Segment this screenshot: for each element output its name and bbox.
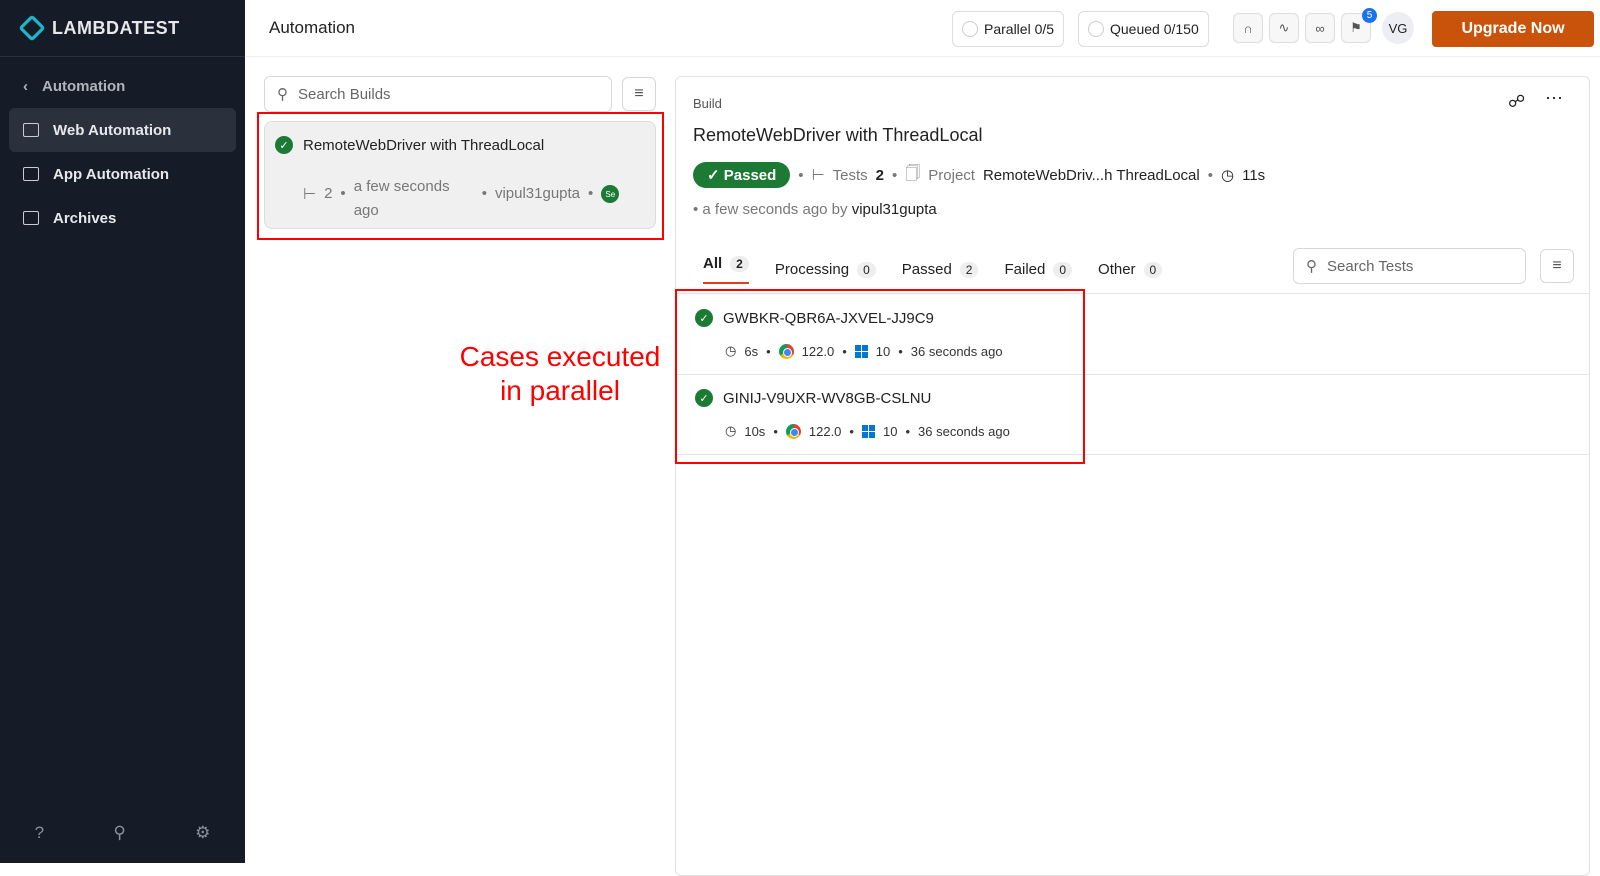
avatar[interactable]: VG: [1382, 12, 1414, 44]
sidebar-item-label: Archives: [53, 209, 117, 227]
sidebar-item-label: Web Automation: [53, 121, 172, 139]
page-title: Automation: [269, 18, 355, 37]
search-builds-input[interactable]: ⚲ Search Builds: [264, 76, 612, 112]
sidebar: LAMBDATEST ‹ Automation Web Automation Ap…: [0, 0, 245, 863]
logo[interactable]: LAMBDATEST: [0, 0, 245, 57]
tab-failed[interactable]: Failed 0: [1004, 255, 1073, 284]
build-label: Build: [693, 96, 722, 111]
search-placeholder: Search Builds: [298, 85, 391, 103]
build-user: vipul31gupta: [851, 201, 937, 218]
circle-icon: [1088, 21, 1104, 37]
integrations-button[interactable]: ∞: [1305, 13, 1335, 43]
tab-passed[interactable]: Passed 2: [902, 255, 979, 284]
clock-icon: ◷: [1221, 167, 1235, 184]
filter-icon: ≡: [634, 85, 644, 102]
queued-label: Queued 0/150: [1110, 21, 1199, 37]
back-label: Automation: [42, 77, 126, 95]
sidebar-item-web-automation[interactable]: Web Automation: [9, 108, 236, 152]
analytics-button[interactable]: ∿: [1269, 13, 1299, 43]
build-title: RemoteWebDriver with ThreadLocal: [693, 125, 983, 145]
file-icon: 🗍: [905, 164, 921, 182]
settings-icon[interactable]: ⚙: [195, 823, 210, 843]
tests-filter-button[interactable]: ≡: [1540, 249, 1574, 283]
share-icon[interactable]: ☍: [1508, 92, 1525, 112]
highlight-box: [257, 112, 664, 240]
highlight-box: [675, 289, 1085, 464]
chart-line-icon: ∿: [1278, 20, 1290, 35]
parallel-label: Parallel 0/5: [984, 21, 1055, 37]
search-icon: ⚲: [1306, 258, 1317, 275]
status-badge: ✓ Passed: [693, 162, 791, 188]
sidebar-item-label: App Automation: [53, 165, 170, 183]
search-tests-input[interactable]: ⚲ Search Tests: [1293, 248, 1526, 284]
link-icon: ∞: [1315, 20, 1325, 36]
announcements-button[interactable]: ⚑ 5: [1341, 8, 1377, 43]
tab-processing[interactable]: Processing 0: [775, 255, 876, 284]
search-placeholder: Search Tests: [1327, 257, 1414, 275]
queued-status[interactable]: Queued 0/150: [1078, 11, 1209, 47]
parallel-status[interactable]: Parallel 0/5: [952, 11, 1065, 47]
tests-count: 2: [875, 166, 884, 184]
circle-icon: [962, 21, 978, 37]
megaphone-icon: ⚑: [1350, 20, 1362, 35]
app-icon: [23, 167, 39, 181]
chevron-left-icon: ‹: [23, 77, 28, 95]
notification-badge: 5: [1362, 8, 1377, 23]
project-label: Project: [928, 166, 975, 184]
sidebar-item-app-automation[interactable]: App Automation: [9, 152, 236, 196]
build-time: a few seconds ago by: [702, 201, 848, 218]
project-name: RemoteWebDriv...h ThreadLocal: [982, 166, 1200, 184]
tests-label: Tests: [832, 166, 868, 184]
archive-icon: [23, 211, 39, 225]
builds-filter-button[interactable]: ≡: [622, 77, 656, 111]
search-icon: ⚲: [277, 86, 288, 103]
lambdatest-logo-icon: [18, 14, 46, 42]
tests-icon: ⊢: [811, 167, 825, 184]
duration: 11s: [1242, 166, 1266, 184]
annotation-text: Cases executed in parallel: [459, 341, 661, 406]
fingerprint-button[interactable]: ∩: [1233, 13, 1263, 43]
browser-icon: [23, 123, 39, 137]
upgrade-button[interactable]: Upgrade Now: [1432, 11, 1594, 47]
back-to-automation[interactable]: ‹ Automation: [9, 64, 236, 108]
key-icon[interactable]: ⚲: [113, 823, 125, 843]
more-options-icon[interactable]: ⋯: [1545, 88, 1563, 109]
tab-all[interactable]: All 2: [703, 255, 749, 284]
sidebar-item-archives[interactable]: Archives: [9, 196, 236, 240]
tab-other[interactable]: Other 0: [1098, 255, 1163, 284]
filter-icon: ≡: [1552, 257, 1562, 274]
brand-name: LAMBDATEST: [52, 17, 180, 38]
build-detail-panel: [675, 76, 1590, 876]
fingerprint-icon: ∩: [1243, 20, 1253, 36]
help-icon[interactable]: ?: [35, 823, 44, 843]
